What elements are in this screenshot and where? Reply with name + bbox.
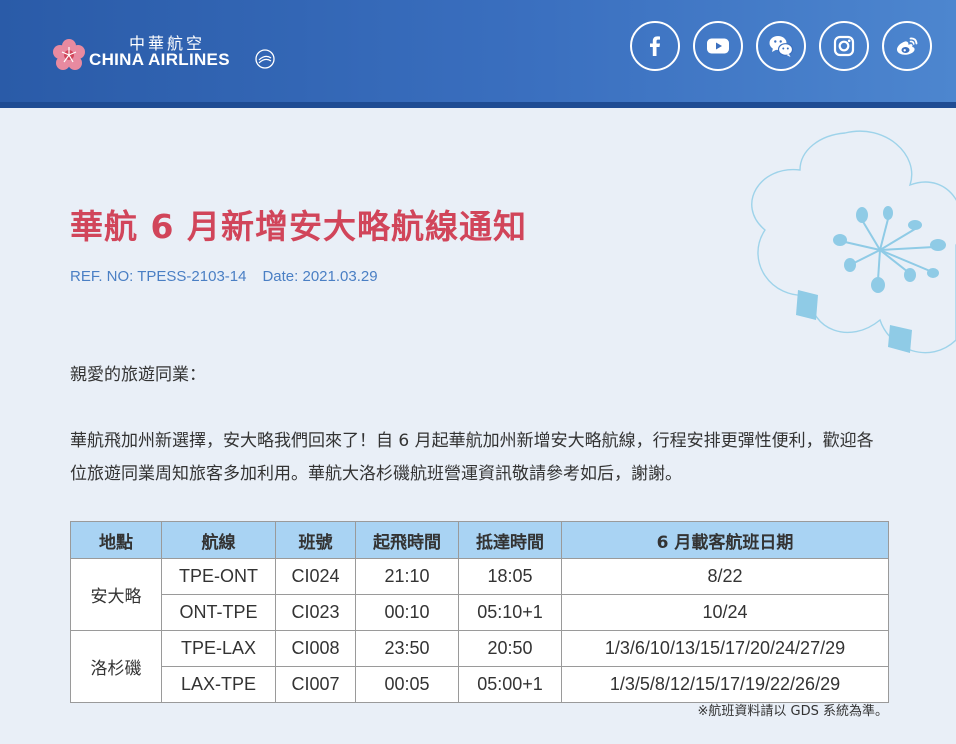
column-header-location: 地點 (70, 521, 162, 559)
column-header-route: 航線 (161, 521, 276, 559)
wechat-icon (769, 36, 794, 57)
table-row: LAX-TPE CI007 00:05 05:00+1 1/3/5/8/12/1… (71, 666, 889, 703)
location-cell: 安大略 (70, 558, 162, 631)
reference-date: Date: 2021.03.29 (262, 268, 378, 285)
column-header-flight: 班號 (275, 521, 356, 559)
arrival-time-cell: 05:00+1 (458, 666, 562, 703)
operating-dates-cell: 8/22 (561, 558, 889, 595)
location-cell: 洛杉磯 (70, 630, 162, 703)
skyteam-mark-icon (255, 49, 275, 69)
reference-number: REF. NO: TPESS-2103-14 (70, 268, 247, 285)
table-row: ONT-TPE CI023 00:10 05:10+1 10/24 (71, 594, 889, 631)
flight-schedule-table: 地點 航線 班號 起飛時間 抵達時間 6 月載客航班日期 安大略 TPE-ONT… (70, 521, 889, 703)
table-row: 安大略 TPE-ONT CI024 21:10 18:05 8/22 (70, 558, 889, 631)
departure-time-cell: 21:10 (355, 558, 459, 595)
flight-number-cell: CI024 (275, 558, 356, 595)
facebook-button[interactable] (630, 21, 680, 71)
plum-blossom-logo-icon (53, 39, 85, 70)
arrival-time-cell: 20:50 (458, 630, 562, 667)
facebook-icon (650, 36, 660, 56)
table-header-row: 地點 航線 班號 起飛時間 抵達時間 6 月載客航班日期 (70, 521, 889, 559)
column-header-dates: 6 月載客航班日期 (561, 521, 889, 559)
wechat-button[interactable] (756, 21, 806, 71)
operating-dates-cell: 1/3/6/10/13/15/17/20/24/27/29 (561, 630, 889, 667)
announcement-body: 華航飛加州新選擇，安大略我們回來了！自 6 月起華航加州新增安大略航線，行程安排… (70, 431, 874, 484)
instagram-icon (833, 35, 855, 57)
weibo-button[interactable] (882, 21, 932, 71)
plum-blossom-decoration (751, 130, 956, 354)
departure-time-cell: 00:10 (355, 594, 459, 631)
table-row: 洛杉磯 TPE-LAX CI008 23:50 20:50 1/3/6/10/1… (70, 630, 889, 703)
header-banner: 中華航空 CHINA AIRLINES (0, 0, 956, 108)
route-cell: LAX-TPE (161, 666, 276, 703)
operating-dates-cell: 10/24 (561, 594, 889, 631)
route-cell: ONT-TPE (161, 594, 276, 631)
greeting-text: 親愛的旅遊同業： (70, 365, 206, 385)
reference-line: REF. NO: TPESS-2103-14 Date: 2021.03.29 (70, 268, 378, 285)
route-cell: TPE-LAX (161, 630, 276, 667)
weibo-icon (896, 37, 918, 55)
route-cell: TPE-ONT (161, 558, 276, 595)
youtube-button[interactable] (693, 21, 743, 71)
flight-number-cell: CI007 (275, 666, 356, 703)
departure-time-cell: 23:50 (355, 630, 459, 667)
page-title: 華航 6 月新增安大略航線通知 (70, 207, 527, 246)
column-header-arrival: 抵達時間 (458, 521, 562, 559)
flight-number-cell: CI023 (275, 594, 356, 631)
arrival-time-cell: 18:05 (458, 558, 562, 595)
instagram-button[interactable] (819, 21, 869, 71)
footnote: ※航班資料請以 GDS 系統為準。 (697, 704, 889, 719)
china-airlines-logo[interactable]: 中華航空 CHINA AIRLINES (52, 30, 312, 76)
brand-name-en: CHINA AIRLINES (89, 50, 230, 69)
operating-dates-cell: 1/3/5/8/12/15/17/19/22/26/29 (561, 666, 889, 703)
youtube-icon (707, 38, 729, 54)
column-header-departure: 起飛時間 (355, 521, 459, 559)
arrival-time-cell: 05:10+1 (458, 594, 562, 631)
departure-time-cell: 00:05 (355, 666, 459, 703)
flight-number-cell: CI008 (275, 630, 356, 667)
